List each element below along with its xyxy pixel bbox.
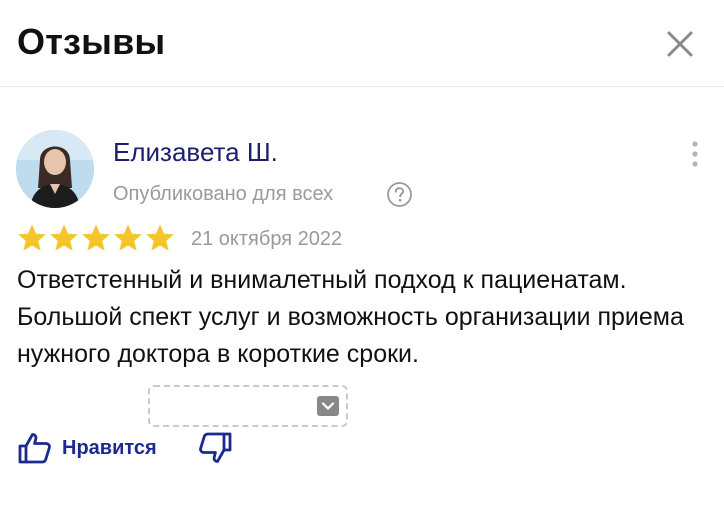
rating-stars — [16, 222, 176, 254]
thumbs-up-icon — [18, 433, 51, 464]
more-vertical-icon — [692, 141, 698, 167]
like-button[interactable]: Нравится — [16, 428, 157, 468]
author-name[interactable]: Елизавета Ш. — [113, 136, 278, 168]
review-date: 21 октября 2022 — [191, 228, 343, 250]
star-icon — [146, 224, 174, 251]
expand-review-button[interactable] — [148, 385, 348, 427]
star-icon — [114, 224, 142, 251]
star-icon — [18, 224, 46, 251]
review-text: Ответстенный и внималетный подход к паци… — [17, 266, 684, 368]
star-icon — [50, 224, 78, 251]
avatar[interactable] — [16, 130, 94, 208]
more-options-button[interactable] — [684, 138, 706, 172]
visibility-status: Опубликовано для всех — [113, 183, 334, 205]
dislike-button[interactable] — [196, 428, 236, 468]
page-title: Отзывы — [17, 21, 166, 62]
close-button[interactable] — [658, 22, 702, 66]
close-icon — [667, 31, 693, 57]
reviews-panel: Отзывы Елизавета Ш. Опубликовано для все… — [0, 0, 724, 508]
reviews-header: Отзывы — [0, 0, 724, 87]
question-icon[interactable] — [386, 181, 413, 208]
like-label: Нравится — [62, 436, 157, 459]
chevron-down-icon — [317, 396, 339, 416]
thumbs-down-icon — [199, 432, 232, 463]
star-icon — [82, 224, 110, 251]
